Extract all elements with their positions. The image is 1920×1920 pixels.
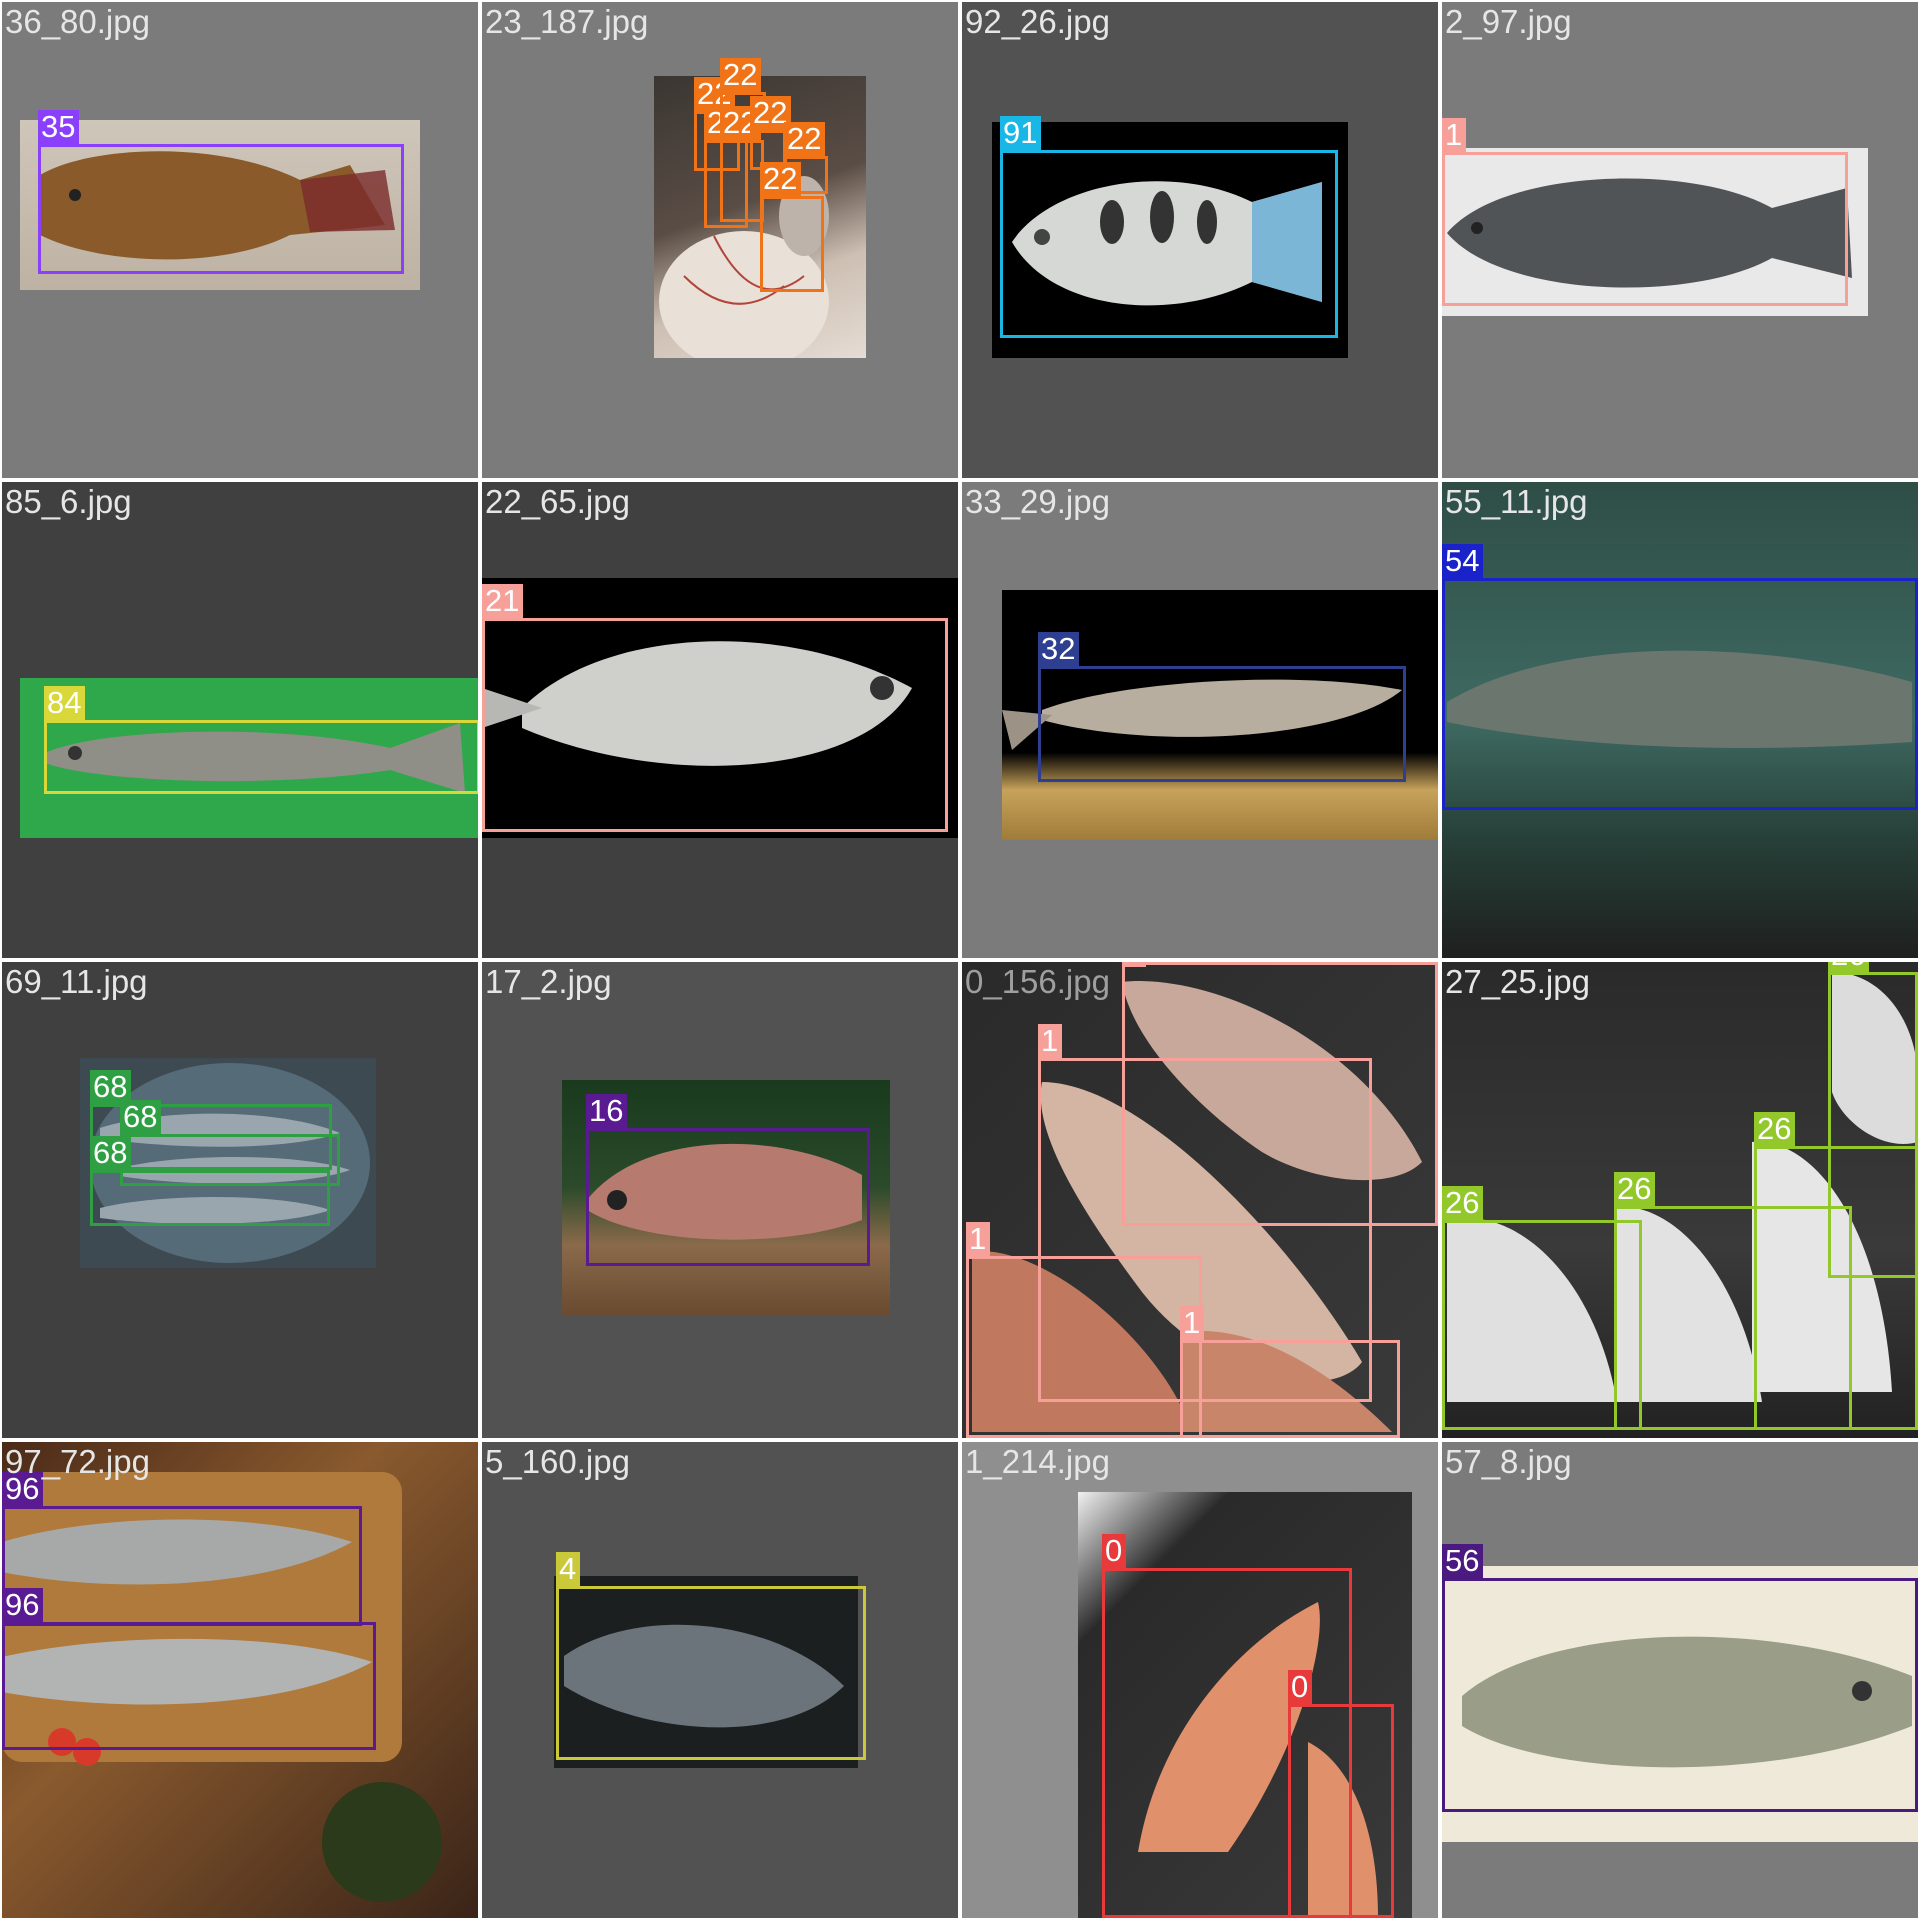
tile-1-214[interactable]: 0 0 1_214.jpg [962, 1442, 1438, 1918]
tile-33-29[interactable]: 32 33_29.jpg [962, 482, 1438, 958]
class-label: 32 [1038, 632, 1080, 668]
class-label: 35 [38, 110, 80, 146]
tile-filename: 2_97.jpg [1445, 3, 1572, 40]
class-label: 26 [1754, 1112, 1796, 1148]
tile-filename: 97_72.jpg [5, 1443, 150, 1480]
tile-97-72[interactable]: 96 96 97_72.jpg [2, 1442, 478, 1918]
tile-17-2[interactable]: 16 17_2.jpg [482, 962, 958, 1438]
bounding-box: 21 [482, 584, 948, 832]
class-label: 1 [1122, 962, 1147, 967]
tile-69-11[interactable]: 68 68 68 69_11.jpg [2, 962, 478, 1438]
image-grid: 35 36_80.jpg 22 22 22 22 22 22 23_187.jp… [0, 0, 1920, 1920]
tile-filename: 5_160.jpg [485, 1443, 630, 1480]
bounding-box: 96 [2, 1588, 376, 1750]
tile-23-187[interactable]: 22 22 22 22 22 22 22 23_187.jpg [482, 2, 958, 478]
bounding-box: 84 [44, 686, 478, 794]
bounding-box: 56 [1442, 1544, 1918, 1812]
class-label: 0 [1288, 1670, 1313, 1706]
tile-filename: 17_2.jpg [485, 963, 612, 1000]
tile-filename: 57_8.jpg [1445, 1443, 1572, 1480]
bounding-box: 54 [1442, 544, 1918, 810]
class-label: 26 [1442, 1186, 1484, 1222]
tile-55-11[interactable]: 54 55_11.jpg [1442, 482, 1918, 958]
bounding-box: 16 [586, 1094, 870, 1266]
tile-27-25[interactable]: 26 26 26 26 26 27_25.jpg [1442, 962, 1918, 1438]
class-label: 26 [1828, 962, 1870, 974]
bounding-box: 68 [90, 1136, 330, 1226]
bounding-box: 22 [760, 162, 824, 292]
tile-36-80[interactable]: 35 36_80.jpg [2, 2, 478, 478]
class-label: 22 [720, 58, 762, 94]
tile-filename: 0_156.jpg [965, 963, 1110, 1000]
tile-filename: 23_187.jpg [485, 3, 649, 40]
class-label: 26 [1614, 1172, 1656, 1208]
bounding-box: 1 [966, 1222, 1202, 1438]
class-label: 56 [1442, 1544, 1484, 1580]
tile-filename: 22_65.jpg [485, 483, 630, 520]
tile-92-26[interactable]: 91 92_26.jpg [962, 2, 1438, 478]
class-label: 68 [120, 1100, 162, 1136]
tile-5-160[interactable]: 4 5_160.jpg [482, 1442, 958, 1918]
bounding-box: 91 [1000, 116, 1338, 338]
bounding-box: 1 [1180, 1306, 1400, 1438]
class-label: 22 [760, 162, 802, 198]
tile-filename: 1_214.jpg [965, 1443, 1110, 1480]
bounding-box: 4 [556, 1552, 866, 1760]
tile-57-8[interactable]: 56 57_8.jpg [1442, 1442, 1918, 1918]
tile-85-6[interactable]: 84 85_6.jpg [2, 482, 478, 958]
class-label: 84 [44, 686, 86, 722]
bounding-box: 35 [38, 110, 404, 274]
tile-filename: 36_80.jpg [5, 3, 150, 40]
bounding-box: 96 [2, 1472, 362, 1626]
bounding-box: 26 [1442, 1220, 1918, 1430]
bounding-box: 32 [1038, 632, 1406, 782]
tile-2-97[interactable]: 1 2_97.jpg [1442, 2, 1918, 478]
tile-filename: 69_11.jpg [5, 963, 148, 1000]
tile-filename: 55_11.jpg [1445, 483, 1588, 520]
class-label: 1 [966, 1222, 991, 1258]
tile-filename: 85_6.jpg [5, 483, 132, 520]
tile-filename: 27_25.jpg [1445, 963, 1590, 1000]
class-label: 1 [1180, 1306, 1205, 1342]
class-label: 1 [1442, 118, 1467, 154]
class-label: 1 [1038, 1024, 1063, 1060]
class-label: 16 [586, 1094, 628, 1130]
tile-filename: 92_26.jpg [965, 3, 1110, 40]
class-label: 22 [784, 122, 826, 158]
class-label: 68 [90, 1136, 132, 1172]
class-label: 54 [1442, 544, 1484, 580]
tile-0-156[interactable]: 1 1 1 1 0_156.jpg [962, 962, 1438, 1438]
class-label: 21 [482, 584, 524, 620]
tile-22-65[interactable]: 21 22_65.jpg [482, 482, 958, 958]
tile-filename: 33_29.jpg [965, 483, 1110, 520]
class-label: 91 [1000, 116, 1042, 152]
bounding-box: 1 [1442, 118, 1848, 306]
class-label: 96 [2, 1588, 44, 1624]
class-label: 0 [1102, 1534, 1127, 1570]
class-label: 4 [556, 1552, 581, 1588]
bounding-box: 0 [1288, 1670, 1394, 1918]
